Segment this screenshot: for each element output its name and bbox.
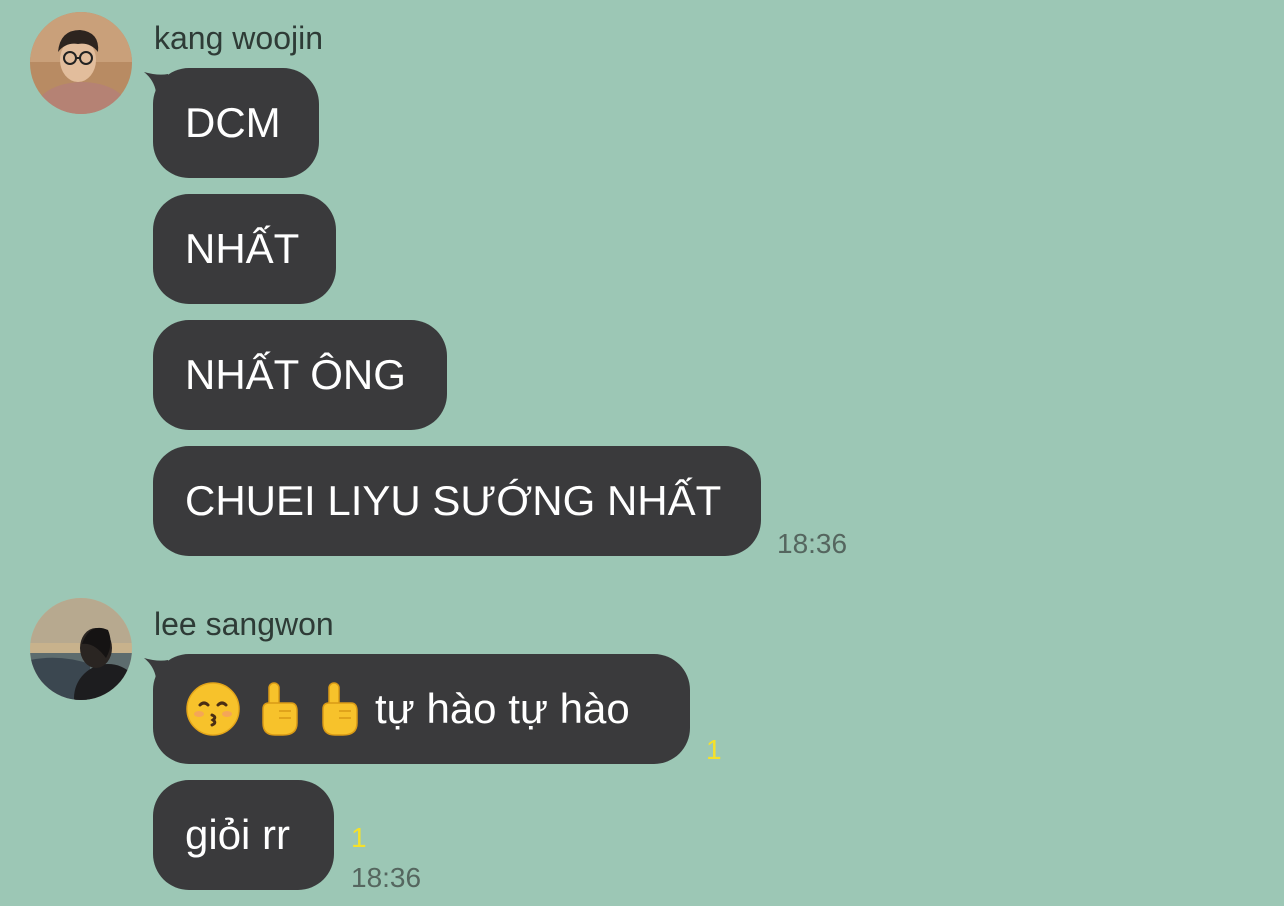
message-text: giỏi rr	[185, 811, 291, 858]
message-timestamp: 18:36	[777, 528, 848, 559]
unread-count: 1	[351, 822, 367, 853]
message-bubble[interactable]: CHUEI LIYU SƯỚNG NHẤT	[153, 446, 761, 556]
avatar-kang-woojin[interactable]	[30, 12, 132, 114]
message-text: DCM	[185, 99, 281, 146]
unread-count: 1	[706, 734, 722, 765]
sender-name: kang woojin	[154, 20, 323, 56]
message-text: NHẤT	[185, 225, 300, 272]
message-bubble[interactable]: NHẤT	[153, 194, 336, 304]
kissing-face-icon	[185, 681, 241, 737]
message-text: tự hào tự hào	[375, 685, 630, 732]
message-bubble[interactable]: giỏi rr	[153, 780, 334, 890]
pointing-up-hand-icon	[255, 681, 301, 737]
message-timestamp: 18:36	[351, 862, 422, 893]
message-bubble[interactable]: DCM	[153, 68, 319, 178]
message-text: NHẤT ÔNG	[185, 351, 406, 398]
message-bubble[interactable]: NHẤT ÔNG	[153, 320, 447, 430]
message-bubble[interactable]: tự hào tự hào	[153, 654, 690, 764]
message-text: CHUEI LIYU SƯỚNG NHẤT	[185, 477, 722, 524]
sender-name: lee sangwon	[154, 606, 334, 642]
avatar-lee-sangwon[interactable]	[30, 598, 132, 700]
pointing-up-hand-icon	[315, 681, 361, 737]
